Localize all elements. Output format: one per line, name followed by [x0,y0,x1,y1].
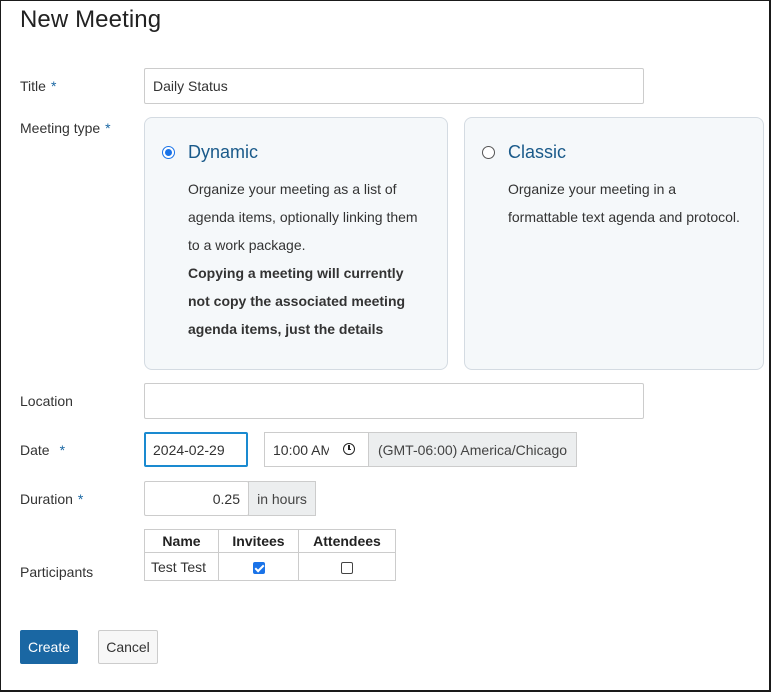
meeting-type-label-text: Meeting type [20,120,101,136]
duration-input[interactable] [144,481,249,516]
duration-required-marker: * [77,491,84,507]
create-button[interactable]: Create [20,630,78,664]
attendee-checkbox[interactable] [341,561,353,574]
title-label: Title * [20,78,56,94]
time-input[interactable]: 10:00 AM [264,432,369,467]
participants-header-row: Name Invitees Attendees [144,529,396,553]
date-input[interactable] [144,432,248,467]
date-label: Date * [20,442,65,458]
meeting-type-option-dynamic[interactable]: Dynamic Organize your meeting as a list … [144,117,448,370]
title-input[interactable] [144,68,644,104]
participants-label: Participants [20,564,94,580]
column-header-invitees: Invitees [218,529,299,553]
duration-label: Duration * [20,491,83,507]
participant-name: Test Test [144,552,219,581]
time-value: 10:00 AM [273,441,329,458]
dynamic-option-copy-note: Copying a meeting will currently not cop… [188,265,406,337]
date-required-marker: * [59,442,66,458]
table-row: Test Test [144,552,396,581]
classic-option-description: Organize your meeting in a formattable t… [508,181,740,225]
title-label-text: Title [20,78,46,94]
invitee-checkbox[interactable] [252,561,265,574]
radio-checked-icon[interactable] [162,146,175,159]
classic-option-title: Classic [508,142,567,162]
dynamic-option-description: Organize your meeting as a list of agend… [188,181,418,253]
dynamic-option-description-block: Organize your meeting as a list of agend… [188,175,429,343]
attendee-cell [298,552,396,581]
timezone-addon: (GMT-06:00) America/Chicago [368,432,577,467]
invitee-cell [218,552,299,581]
cancel-button[interactable]: Cancel [98,630,158,664]
dynamic-option-title: Dynamic [188,142,259,162]
meeting-type-option-classic[interactable]: Classic Organize your meeting in a forma… [464,117,764,370]
participants-table: Name Invitees Attendees Test Test [144,529,396,581]
clock-icon[interactable] [343,443,355,455]
radio-unchecked-icon[interactable] [482,146,495,159]
meeting-type-required-marker: * [105,120,111,136]
duration-unit-addon: in hours [248,481,316,516]
duration-label-text: Duration [20,491,73,507]
page-title: New Meeting [20,6,162,33]
location-input[interactable] [144,383,644,419]
meeting-type-label: Meeting type * [20,120,111,136]
title-required-marker: * [50,78,57,94]
location-label: Location [20,393,73,409]
date-label-text: Date [20,442,50,458]
column-header-attendees: Attendees [298,529,396,553]
column-header-name: Name [144,529,219,553]
